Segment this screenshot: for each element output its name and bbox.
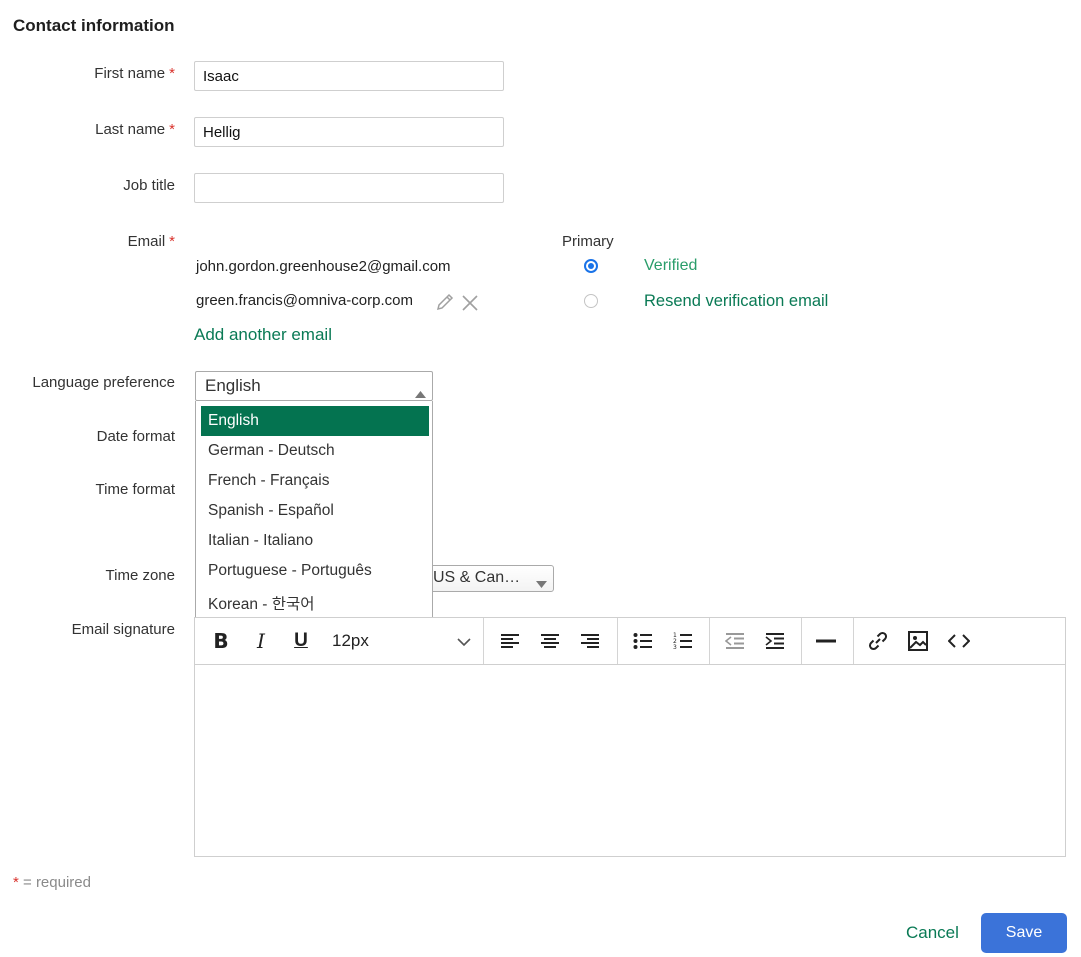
remove-email-icon[interactable]	[460, 293, 480, 313]
image-icon[interactable]	[904, 627, 932, 655]
email-address-2: green.francis@omniva-corp.com	[196, 292, 413, 309]
verified-status: Verified	[644, 257, 698, 274]
primary-column-header: Primary	[562, 233, 614, 250]
language-select[interactable]: English	[195, 371, 433, 401]
language-option[interactable]: Italian - Italiano	[201, 526, 429, 556]
email-label: Email *	[127, 233, 175, 250]
required-note: * = required	[13, 874, 91, 891]
time-zone-select[interactable]: US & Can…	[426, 565, 554, 592]
primary-email-radio-1[interactable]	[584, 259, 598, 273]
date-format-label: Date format	[96, 428, 175, 445]
outdent-icon[interactable]	[721, 627, 749, 655]
required-marker: *	[169, 65, 175, 82]
toolbar-divider	[483, 618, 484, 664]
first-name-label: First name *	[94, 65, 175, 82]
cancel-button[interactable]: Cancel	[906, 923, 959, 943]
italic-icon[interactable]: I	[247, 627, 275, 655]
bold-icon[interactable]: B	[207, 627, 235, 655]
bullet-list-icon[interactable]	[629, 627, 657, 655]
toolbar-divider	[801, 618, 802, 664]
time-format-label: Time format	[95, 481, 175, 498]
language-option[interactable]: German - Deutsch	[201, 436, 429, 466]
resend-verification-link[interactable]: Resend verification email	[644, 292, 828, 311]
numbered-list-icon[interactable]: 123	[669, 627, 697, 655]
last-name-label: Last name *	[95, 121, 175, 138]
time-zone-value: US & Can…	[433, 569, 521, 586]
language-option[interactable]: Spanish - Español	[201, 496, 429, 526]
job-title-label: Job title	[123, 177, 175, 194]
svg-text:3: 3	[673, 644, 677, 650]
indent-icon[interactable]	[761, 627, 789, 655]
align-right-icon[interactable]	[576, 627, 604, 655]
signature-editor: B I U 12px 123	[194, 617, 1066, 857]
email-signature-label: Email signature	[71, 621, 175, 638]
language-preference-label: Language preference	[32, 374, 175, 391]
edit-email-icon[interactable]	[434, 291, 456, 313]
job-title-input[interactable]	[194, 173, 504, 203]
align-center-icon[interactable]	[536, 627, 564, 655]
signature-text-area[interactable]	[195, 665, 1065, 856]
last-name-input[interactable]	[194, 117, 504, 147]
language-option[interactable]: Korean - 한국어	[201, 586, 429, 616]
font-size-select[interactable]: 12px	[332, 631, 369, 651]
language-option[interactable]: Portuguese - Português	[201, 556, 429, 586]
toolbar-divider	[709, 618, 710, 664]
toolbar-divider	[617, 618, 618, 664]
horizontal-rule-icon[interactable]	[812, 627, 840, 655]
caret-down-icon	[536, 575, 547, 593]
toolbar-divider	[853, 618, 854, 664]
section-title: Contact information	[13, 16, 175, 35]
language-option[interactable]: English	[201, 406, 429, 436]
language-selected-value: English	[205, 376, 261, 395]
save-button[interactable]: Save	[981, 913, 1067, 953]
caret-up-icon	[415, 383, 426, 403]
required-marker: *	[169, 233, 175, 250]
first-name-input[interactable]	[194, 61, 504, 91]
align-left-icon[interactable]	[496, 627, 524, 655]
editor-toolbar: B I U 12px 123	[195, 618, 1065, 665]
required-marker: *	[169, 121, 175, 138]
language-dropdown-list: English German - Deutsch French - França…	[195, 401, 433, 621]
language-option[interactable]: French - Français	[201, 466, 429, 496]
chevron-down-icon[interactable]	[457, 634, 471, 652]
code-icon[interactable]	[945, 627, 973, 655]
add-another-email-link[interactable]: Add another email	[194, 325, 332, 345]
primary-email-radio-2[interactable]	[584, 294, 598, 308]
underline-icon[interactable]: U	[287, 627, 315, 655]
time-zone-label: Time zone	[105, 567, 175, 584]
email-address-1: john.gordon.greenhouse2@gmail.com	[196, 258, 451, 275]
link-icon[interactable]	[864, 627, 892, 655]
